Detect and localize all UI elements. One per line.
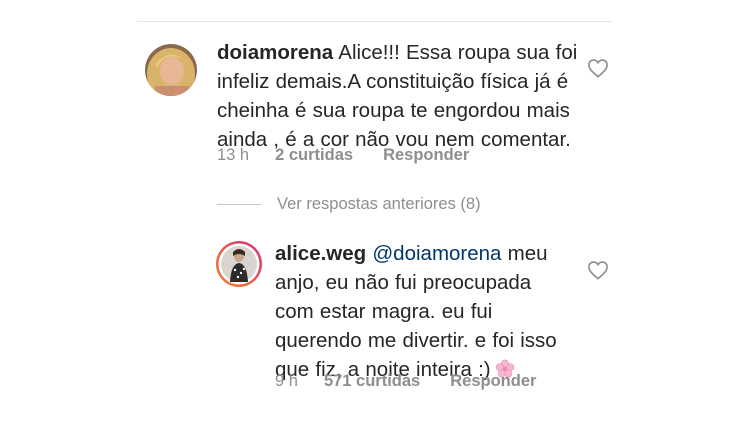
view-previous-replies[interactable]: Ver respostas anteriores (8)	[217, 195, 481, 214]
reply-username[interactable]: alice.weg	[275, 242, 366, 265]
reply-reply-button[interactable]: Responder	[450, 372, 536, 391]
profile-photo-icon	[145, 44, 197, 96]
heart-outline-icon[interactable]	[587, 58, 609, 78]
reply-body: alice.weg @doiamorena meu anjo, eu não f…	[275, 239, 575, 384]
top-divider	[137, 21, 612, 22]
reply-time: 9 h	[275, 372, 298, 390]
heart-outline-icon[interactable]	[587, 260, 609, 280]
comment-time: 13 h	[217, 146, 250, 164]
reply-likes[interactable]: 571 curtidas	[324, 372, 420, 391]
comment-body: doiamorena Alice!!! Essa roupa sua foi i…	[217, 38, 589, 154]
commenter-avatar[interactable]	[145, 44, 197, 96]
reply-avatar[interactable]	[215, 240, 263, 288]
replies-line	[217, 204, 261, 205]
profile-photo-story-ring-icon	[216, 241, 262, 287]
comment-reply-button[interactable]: Responder	[383, 146, 469, 165]
reply-mention[interactable]: @doiamorena	[372, 242, 501, 265]
comment-meta: 13 h 2 curtidas Responder	[217, 146, 469, 165]
view-replies-label[interactable]: Ver respostas anteriores (8)	[277, 195, 481, 214]
reply-meta: 9 h 571 curtidas Responder	[275, 372, 536, 391]
comment-username[interactable]: doiamorena	[217, 41, 333, 64]
comment-likes[interactable]: 2 curtidas	[275, 146, 353, 165]
